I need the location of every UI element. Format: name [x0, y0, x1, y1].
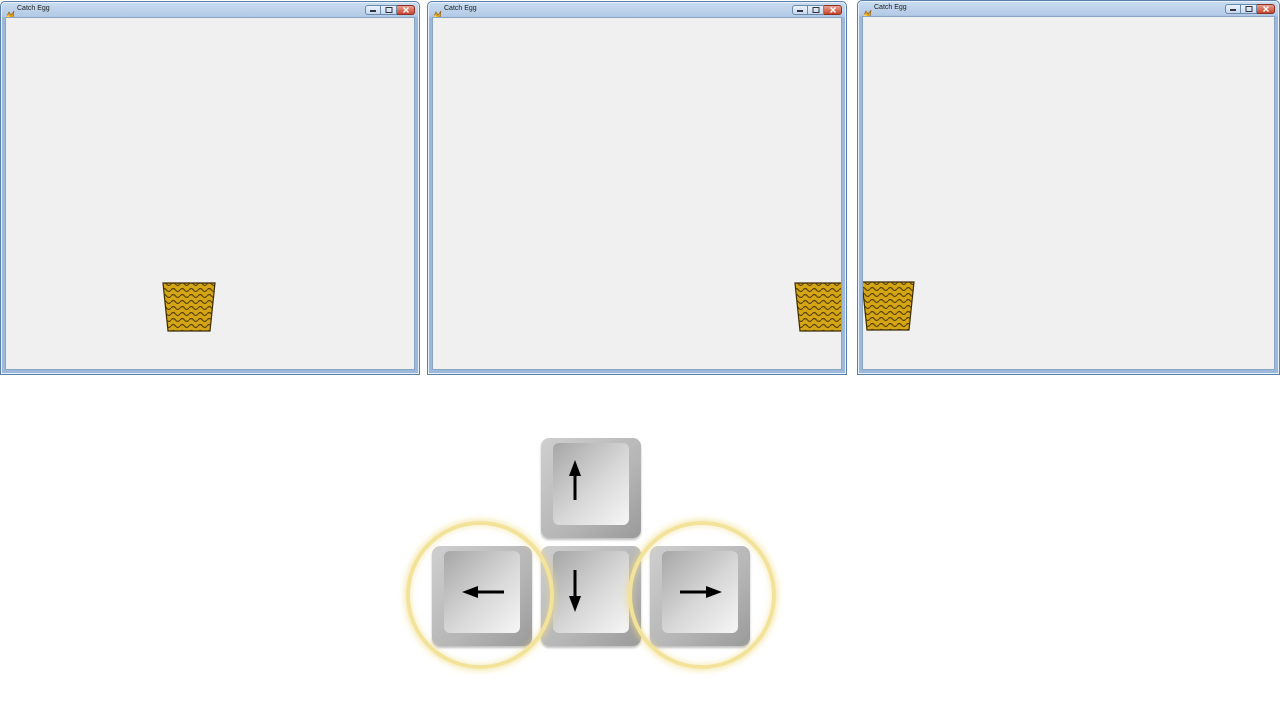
- catch-egg-window-1: Catch Egg: [0, 1, 420, 375]
- arrow-down-icon: [569, 570, 581, 612]
- app-icon: [432, 5, 442, 19]
- maximize-icon: [1245, 6, 1252, 12]
- title-bar[interactable]: Catch Egg: [428, 2, 846, 19]
- game-area[interactable]: [862, 16, 1275, 370]
- catch-egg-window-3: Catch Egg: [857, 0, 1280, 375]
- game-area[interactable]: [5, 17, 415, 370]
- down-arrow-key: [541, 546, 641, 646]
- window-title: Catch Egg: [17, 5, 50, 12]
- left-key-highlight: [406, 521, 554, 669]
- close-icon: [1262, 6, 1269, 12]
- maximize-icon: [812, 7, 819, 13]
- app-icon: [862, 4, 872, 18]
- close-icon: [829, 7, 836, 13]
- minimize-icon: [1230, 9, 1236, 11]
- basket-icon: [794, 281, 841, 333]
- maximize-button[interactable]: [1241, 4, 1257, 14]
- window-controls: [792, 5, 842, 16]
- basket-icon: [162, 281, 216, 333]
- basket-icon: [863, 280, 915, 332]
- window-controls: [365, 5, 415, 16]
- catch-egg-window-2: Catch Egg: [427, 1, 847, 375]
- maximize-button[interactable]: [808, 5, 824, 15]
- minimize-icon: [797, 10, 803, 12]
- window-title: Catch Egg: [444, 5, 477, 12]
- window-controls: [1225, 4, 1275, 15]
- game-area[interactable]: [432, 17, 842, 370]
- minimize-icon: [370, 10, 376, 12]
- minimize-button[interactable]: [792, 5, 808, 15]
- close-button[interactable]: [824, 5, 842, 15]
- title-bar[interactable]: Catch Egg: [858, 1, 1279, 18]
- maximize-icon: [385, 7, 392, 13]
- close-button[interactable]: [1257, 4, 1275, 14]
- screen: Catch Egg Catch Egg Catch Egg: [0, 0, 1280, 720]
- up-arrow-key: [541, 438, 641, 538]
- app-icon: [5, 5, 15, 19]
- arrow-up-icon: [569, 460, 581, 500]
- minimize-button[interactable]: [1225, 4, 1241, 14]
- maximize-button[interactable]: [381, 5, 397, 15]
- minimize-button[interactable]: [365, 5, 381, 15]
- close-button[interactable]: [397, 5, 415, 15]
- window-title: Catch Egg: [874, 4, 907, 11]
- title-bar[interactable]: Catch Egg: [1, 2, 419, 19]
- right-key-highlight: [628, 521, 776, 669]
- close-icon: [402, 7, 409, 13]
